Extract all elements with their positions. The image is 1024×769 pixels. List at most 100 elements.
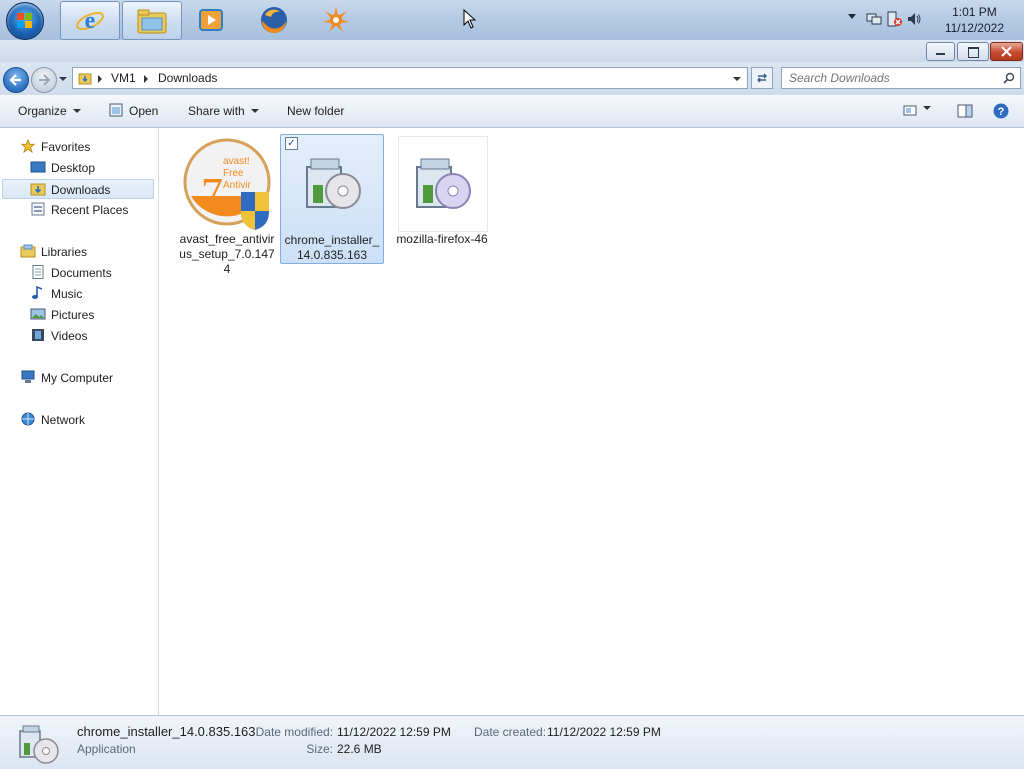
taskbar-windows-explorer[interactable] [122,1,182,40]
selected-file-installer-icon [19,725,59,764]
media-player-icon [199,8,223,31]
help-icon[interactable]: ? [993,103,1009,119]
open-app-icon [109,103,123,117]
file-name-label: chrome_installer_14.0.835.163 [284,233,380,262]
nav-music-label: Music [51,287,83,301]
svg-text:Free: Free [223,168,244,179]
libraries-icon [20,244,36,258]
start-button[interactable] [6,2,44,40]
svg-text:?: ? [998,106,1005,118]
star-icon [20,139,36,153]
taskbar-clock[interactable]: 1:01 PM 11/12/2022 [945,4,1004,36]
installer-icon [398,136,488,232]
nav-network[interactable]: Network [20,410,85,430]
file-item-avast[interactable]: 7 avast! Free Antivir avast_free_antivir… [175,134,279,276]
nav-network-label: Network [41,413,86,427]
mouse-cursor-icon [463,9,477,29]
preview-pane-icon[interactable] [957,104,973,118]
svg-text:Antivir: Antivir [223,180,251,191]
new-folder-button[interactable]: New folder [287,104,344,118]
recent-places-icon [31,202,45,216]
nav-desktop[interactable]: Desktop [30,158,95,178]
minimize-button[interactable] [926,42,955,61]
share-with-label: Share with [188,104,245,118]
file-item-mozilla-firefox[interactable]: mozilla-firefox-46 [390,134,494,264]
search-input[interactable] [782,68,999,88]
address-bar[interactable]: VM1 Downloads [72,67,748,89]
breadcrumb-downloads[interactable]: Downloads [158,71,217,85]
file-list: 7 avast! Free Antivir avast_free_antivir… [159,128,1024,715]
volume-icon[interactable] [906,11,922,27]
folder-icon [137,9,167,33]
nav-videos-label: Videos [51,329,88,343]
nav-documents[interactable]: Documents [30,263,112,283]
minimize-icon [936,53,945,55]
share-with-button[interactable]: Share with [188,104,259,118]
taskbar-firefox[interactable] [245,1,303,38]
nav-downloads-label: Downloads [51,183,111,197]
nav-favorites[interactable]: Favorites [20,137,90,157]
breadcrumb-separator[interactable] [144,75,148,83]
recent-pages-dropdown[interactable] [59,77,67,81]
nav-libraries[interactable]: Libraries [20,242,87,262]
view-icon [903,105,917,116]
folder-location-icon [78,73,92,85]
nav-recent-places-label: Recent Places [51,203,129,217]
system-tray: 1:01 PM 11/12/2022 [834,0,1024,40]
size-label: Size: [306,742,333,756]
nav-favorites-label: Favorites [41,140,91,154]
organize-button[interactable]: Organize [18,104,81,118]
address-history-dropdown[interactable] [733,77,741,81]
documents-icon [32,265,44,279]
installer-icon [306,158,361,209]
firefox-icon [261,6,287,33]
avast-installer-thumbnail: 7 avast! Free Antivir [183,138,271,230]
nav-recent-places[interactable]: Recent Places [30,200,128,220]
details-pane: chrome_installer_14.0.835.163 Applicatio… [0,715,1024,769]
size-value: 22.6 MB [337,742,382,756]
command-bar: Organize Open Share with New folder ? [0,95,1024,128]
details-file-type: Application [77,742,136,756]
search-icon[interactable] [1003,72,1015,84]
taskbar: e 1:01 PM 11/12/2022 [0,0,1024,41]
taskbar-media-player[interactable] [182,1,240,38]
network-globe-icon [21,412,35,426]
open-label: Open [129,104,159,118]
window-titlebar [0,40,1024,62]
network-icon[interactable] [866,11,882,27]
refresh-icon [757,73,767,83]
restore-button[interactable] [957,42,989,61]
search-box[interactable] [781,67,1021,89]
navigation-pane: Favorites Desktop Downloads Recent Place… [0,128,159,715]
open-button[interactable]: Open [109,103,159,118]
change-view-button[interactable] [903,103,943,119]
nav-videos[interactable]: Videos [30,326,87,346]
close-button[interactable] [990,42,1023,61]
music-icon [32,286,43,299]
nav-my-computer[interactable]: My Computer [20,368,113,388]
show-hidden-icons-button[interactable] [848,14,856,19]
action-center-icon[interactable] [886,11,902,27]
svg-text:e: e [85,8,96,34]
chevron-down-icon [72,109,81,113]
file-name-label: mozilla-firefox-46 [396,232,488,246]
date-modified-value: 11/12/2022 12:59 PM [337,725,451,739]
organize-label: Organize [18,104,67,118]
file-item-chrome-installer[interactable]: ✓ chrome_installer_14.0.835.163 [280,134,384,264]
refresh-button[interactable] [751,67,773,89]
svg-text:7: 7 [201,169,223,218]
chevron-down-icon [923,106,931,110]
nav-music[interactable]: Music [30,284,82,304]
nav-pictures[interactable]: Pictures [30,305,94,325]
taskbar-avast[interactable] [307,1,365,38]
date-created-label: Date created: [474,725,547,739]
nav-downloads[interactable]: Downloads [2,179,154,199]
forward-button[interactable] [31,67,57,93]
breadcrumb-vm1[interactable]: VM1 [111,71,136,85]
restore-icon [968,47,979,58]
taskbar-internet-explorer[interactable]: e [60,1,120,40]
back-button[interactable] [3,67,29,93]
breadcrumb-separator[interactable] [98,75,102,83]
address-row: VM1 Downloads [0,62,1024,95]
clock-date: 11/12/2022 [944,21,1004,35]
